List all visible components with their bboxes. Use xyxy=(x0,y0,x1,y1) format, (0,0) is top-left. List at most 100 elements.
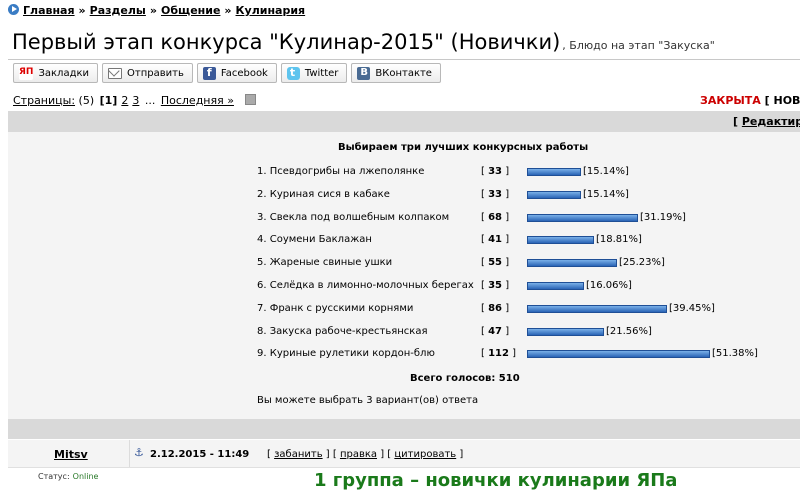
pagination: Страницы: (5) [1] 2 3 ... Последняя » xyxy=(13,94,257,107)
poll-option-label: 6. Селёдка в лимонно-молочных берегах xyxy=(257,280,474,291)
pagination-page-2[interactable]: 2 xyxy=(121,94,128,107)
poll-header-bar: [ Редактире xyxy=(8,111,800,132)
poll-option-label: 9. Куриные рулетики кордон-блю xyxy=(257,348,435,360)
poll-option-vote-count: 112 xyxy=(488,348,509,360)
vkontakte-button-label: ВКонтакте xyxy=(375,67,432,79)
poll-option-bar xyxy=(527,190,581,199)
user-status: Статус: Online xyxy=(38,472,98,481)
poll-option-vote-count: 68 xyxy=(488,211,503,223)
poll-option-percent: [15.14%] xyxy=(583,188,629,200)
edit-poll-link[interactable]: [ Редактире xyxy=(733,115,800,128)
poll-question: Выбираем три лучших конкурсных работы xyxy=(338,142,589,153)
poll-option-2: 2. Куриная сися в кабаке [ 33 ] [15.14%] xyxy=(0,189,800,205)
anchor-icon[interactable]: ⚓ xyxy=(134,446,144,459)
poll-option-1: 1. Псевдогрибы на лжеполянке [ 33 ] [15.14… xyxy=(0,166,800,182)
pagination-label[interactable]: Страницы: xyxy=(13,94,75,107)
poll-option-5: 5. Жареные свиные ушки [ 55 ] [25.23%] xyxy=(0,257,800,273)
poll-option-bar xyxy=(527,327,604,336)
breadcrumb-item-sections[interactable]: Разделы xyxy=(90,4,146,17)
closed-badge: ЗАКРЫТА xyxy=(700,94,761,107)
poll-option-label: 5. Жареные свиные ушки xyxy=(257,257,393,269)
breadcrumb-item-cooking[interactable]: Кулинария xyxy=(236,4,306,17)
post-column-divider xyxy=(129,440,130,467)
breadcrumb-separator: » xyxy=(224,4,232,17)
bookmarks-button-label: Закладки xyxy=(38,67,90,79)
pagination-count: (5) xyxy=(78,94,95,107)
poll-option-votes: [ 47 ] xyxy=(481,325,510,337)
poll-option-percent: [21.56%] xyxy=(606,325,652,337)
pagination-last[interactable]: Последняя » xyxy=(161,94,234,107)
send-button-label: Отправить xyxy=(127,67,184,79)
poll-option-vote-count: 35 xyxy=(488,280,503,291)
poll-option-4: 4. Соумени Баклажан [ 41 ] [18.81%] xyxy=(0,234,800,250)
mail-icon xyxy=(108,67,123,79)
poll-option-votes: [ 33 ] xyxy=(481,166,510,177)
breadcrumb: Главная» Разделы» Общение» Кулинария xyxy=(8,4,305,17)
vkontakte-button[interactable]: ВКонтакте xyxy=(351,63,441,83)
poll-option-bar xyxy=(527,168,581,176)
quote-link[interactable]: цитировать xyxy=(394,449,456,460)
poll-option-label: 8. Закуска рабоче-крестьянская xyxy=(257,325,428,337)
breadcrumb-item-social[interactable]: Общение xyxy=(161,4,220,17)
page-jump-icon[interactable] xyxy=(245,94,257,105)
poll-option-bar xyxy=(527,236,594,245)
send-button[interactable]: Отправить xyxy=(102,63,193,83)
poll-option-8: 8. Закуска рабоче-крестьянская [ 47 ] [21.… xyxy=(0,326,800,342)
post-author[interactable]: Mitsv xyxy=(54,448,88,461)
poll-total-votes: Всего голосов: 510 xyxy=(410,373,520,384)
poll-option-votes: [ 33 ] xyxy=(481,188,510,200)
breadcrumb-separator: » xyxy=(149,4,157,17)
share-toolbar: ЯП Закладки Отправить Facebook Twitter ВК… xyxy=(13,63,441,83)
yap-icon: ЯП xyxy=(19,66,34,80)
topic-title: Первый этап конкурса "Кулинар-2015" (Нов… xyxy=(12,30,715,54)
poll-option-label: 7. Франк с русскими корнями xyxy=(257,302,414,314)
edit-poll-label[interactable]: Редактире xyxy=(742,115,800,128)
breadcrumb-item-home[interactable]: Главная xyxy=(23,4,75,17)
post-headline: 1 группа – новички кулинарии ЯПа xyxy=(314,470,678,491)
facebook-button-label: Facebook xyxy=(220,67,268,79)
bookmarks-button[interactable]: ЯП Закладки xyxy=(13,63,99,83)
facebook-icon xyxy=(202,66,216,80)
pagination-ellipsis: ... xyxy=(144,94,156,107)
poll-option-votes: [ 41 ] xyxy=(481,234,510,246)
twitter-button-label: Twitter xyxy=(304,67,339,79)
ban-link[interactable]: забанить xyxy=(274,449,323,460)
twitter-button[interactable]: Twitter xyxy=(280,63,348,83)
poll-option-label: 3. Свекла под волшебным колпаком xyxy=(257,211,450,223)
user-status-online: Online xyxy=(72,472,99,481)
poll-option-vote-count: 41 xyxy=(488,234,503,246)
poll-option-percent: [16.06%] xyxy=(586,280,632,291)
topic-status: ЗАКРЫТА [ НОВА xyxy=(700,94,800,107)
poll-option-percent: [31.19%] xyxy=(640,211,686,223)
poll-option-9: 9. Куриные рулетики кордон-блю [ 112 ] [51… xyxy=(0,348,800,364)
poll-option-votes: [ 86 ] xyxy=(481,302,510,314)
poll-option-votes: [ 55 ] xyxy=(481,257,510,269)
post-actions: [ забанить ] [ правка ] [ цитировать ] xyxy=(267,449,464,460)
poll-option-percent: [18.81%] xyxy=(596,234,642,246)
poll-option-vote-count: 47 xyxy=(488,325,503,337)
home-arrow-icon[interactable] xyxy=(8,4,19,15)
user-status-label: Статус: xyxy=(38,472,70,481)
poll-option-percent: [51.38%] xyxy=(712,348,758,360)
poll-option-percent: [39.45%] xyxy=(669,302,715,314)
edit-link[interactable]: правка xyxy=(340,449,377,460)
twitter-icon xyxy=(286,66,300,80)
poll-option-label: 1. Псевдогрибы на лжеполянке xyxy=(257,166,425,177)
poll-option-label: 2. Куриная сися в кабаке xyxy=(257,188,390,200)
new-reply-button[interactable]: [ НОВА xyxy=(765,94,800,107)
breadcrumb-separator: » xyxy=(78,4,86,17)
poll-option-votes: [ 112 ] xyxy=(481,348,517,360)
pagination-page-3[interactable]: 3 xyxy=(132,94,139,107)
post-date: 2.12.2015 - 11:49 xyxy=(150,449,250,460)
poll-option-6: 6. Селёдка в лимонно-молочных берегах [ 3… xyxy=(0,280,800,296)
topic-title-main: Первый этап конкурса "Кулинар-2015" (Нов… xyxy=(12,30,561,54)
edit-bracket: [ xyxy=(733,115,742,128)
poll-choose-note: Вы можете выбрать 3 вариант(ов) ответа xyxy=(257,395,479,406)
facebook-button[interactable]: Facebook xyxy=(196,63,277,83)
pagination-current: [1] xyxy=(99,94,118,107)
poll-option-bar xyxy=(527,259,617,268)
poll-option-percent: [25.23%] xyxy=(619,257,665,269)
poll-option-label: 4. Соумени Баклажан xyxy=(257,234,372,246)
poll-option-votes: [ 68 ] xyxy=(481,211,510,223)
poll-option-vote-count: 55 xyxy=(488,257,503,269)
